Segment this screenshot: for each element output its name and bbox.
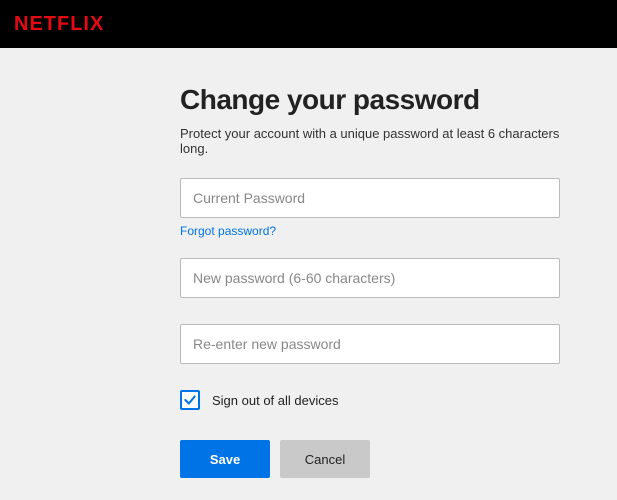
signout-checkbox-row: Sign out of all devices: [180, 390, 581, 410]
current-password-input[interactable]: [180, 178, 560, 218]
signout-checkbox[interactable]: [180, 390, 200, 410]
checkmark-icon: [183, 393, 197, 407]
page-title: Change your password: [180, 84, 581, 116]
cancel-button[interactable]: Cancel: [280, 440, 370, 478]
page-subtitle: Protect your account with a unique passw…: [180, 126, 581, 156]
current-password-block: [180, 178, 581, 218]
new-password-block: [180, 258, 581, 298]
forgot-password-link[interactable]: Forgot password?: [180, 224, 276, 238]
save-button[interactable]: Save: [180, 440, 270, 478]
confirm-password-input[interactable]: [180, 324, 560, 364]
signout-checkbox-label: Sign out of all devices: [212, 393, 338, 408]
new-password-input[interactable]: [180, 258, 560, 298]
button-row: Save Cancel: [180, 440, 581, 478]
netflix-logo: NETFLIX: [14, 13, 104, 36]
page-content: Change your password Protect your accoun…: [0, 48, 617, 478]
app-header: NETFLIX: [0, 0, 617, 48]
confirm-password-block: [180, 324, 581, 364]
